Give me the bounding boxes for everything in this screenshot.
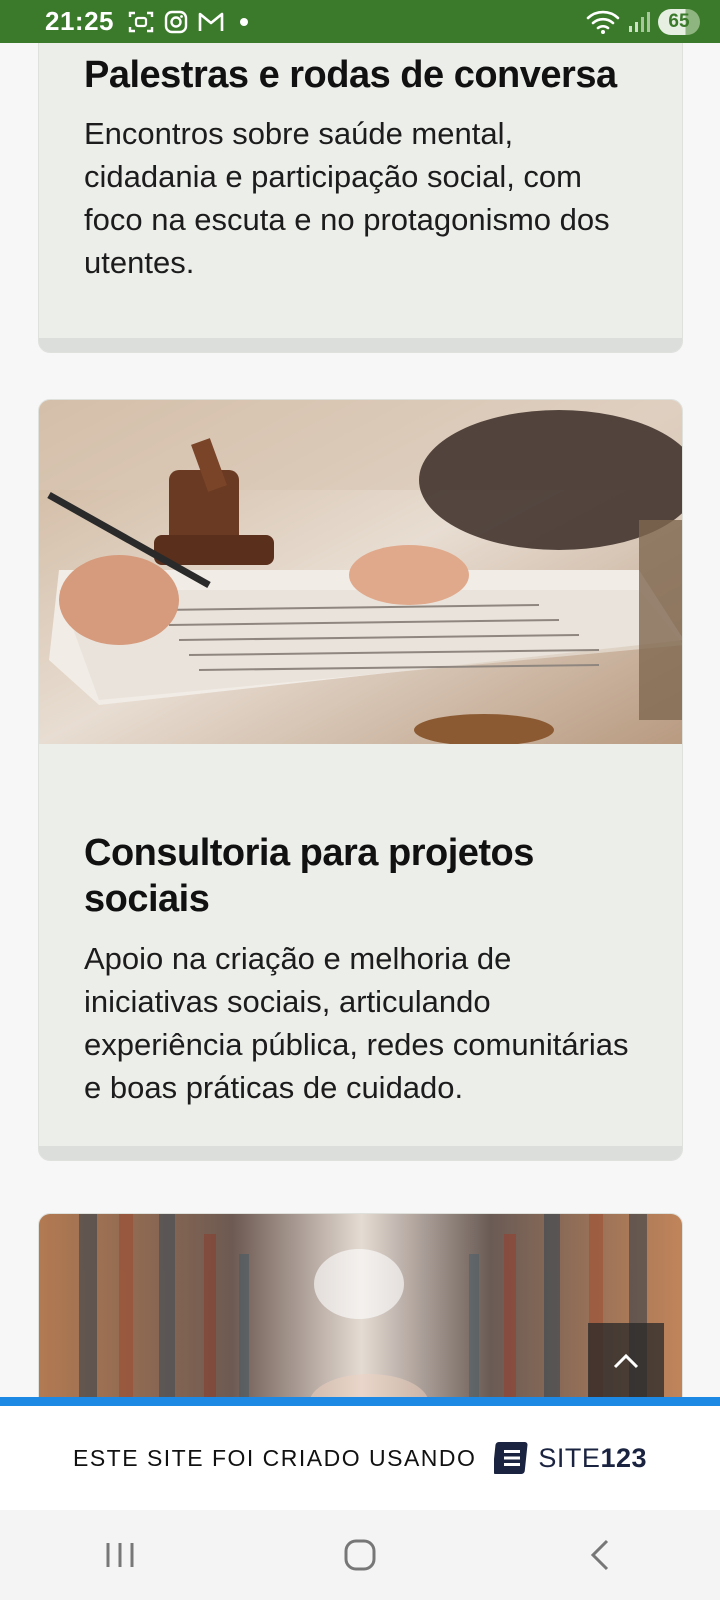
card-description: Encontros sobre saúde mental, cidadania … (84, 116, 610, 280)
page-content: Palestras e rodas de conversa Encontros … (0, 43, 720, 1400)
card-description: Apoio na criação e melhoria de iniciativ… (84, 941, 629, 1105)
footer-text: ESTE SITE FOI CRIADO USANDO (72, 1444, 477, 1471)
card-title: Consultoria para projetos sociais (84, 832, 534, 920)
service-card (38, 1213, 683, 1400)
scroll-to-top-button[interactable] (588, 1323, 664, 1399)
signal-icon (629, 11, 650, 32)
wifi-icon (586, 10, 620, 34)
back-button[interactable] (560, 1525, 640, 1585)
card-title: Palestras e rodas de conversa (84, 54, 617, 96)
site123-logo-icon (494, 1442, 528, 1474)
gmail-icon (198, 12, 224, 31)
service-card: Palestras e rodas de conversa Encontros … (38, 43, 683, 353)
chevron-up-icon (613, 1353, 639, 1369)
site123-logo-text: SITE123 (538, 1442, 647, 1473)
screenshot-icon (128, 11, 154, 32)
site123-banner[interactable]: ESTE SITE FOI CRIADO USANDO SITE123 (0, 1397, 720, 1510)
status-bar: 21:25 65 (0, 0, 720, 43)
service-card: Consultoria para projetos sociais Apoio … (38, 399, 683, 1161)
recent-apps-button[interactable] (80, 1525, 160, 1585)
status-time: 21:25 (45, 6, 114, 36)
system-status: 65 (586, 8, 700, 35)
home-button[interactable] (320, 1525, 400, 1585)
system-navigation-bar (0, 1510, 720, 1600)
site123-logo[interactable]: SITE123 (494, 1440, 647, 1476)
legal-documents-photo (39, 400, 682, 744)
battery-indicator: 65 (658, 8, 700, 35)
library-photo (39, 1214, 682, 1400)
home-icon (344, 1539, 376, 1571)
instagram-icon (164, 10, 188, 33)
recent-apps-icon (106, 1543, 134, 1567)
back-icon (590, 1539, 609, 1571)
dot-icon (240, 17, 248, 26)
notification-icons (128, 10, 248, 34)
